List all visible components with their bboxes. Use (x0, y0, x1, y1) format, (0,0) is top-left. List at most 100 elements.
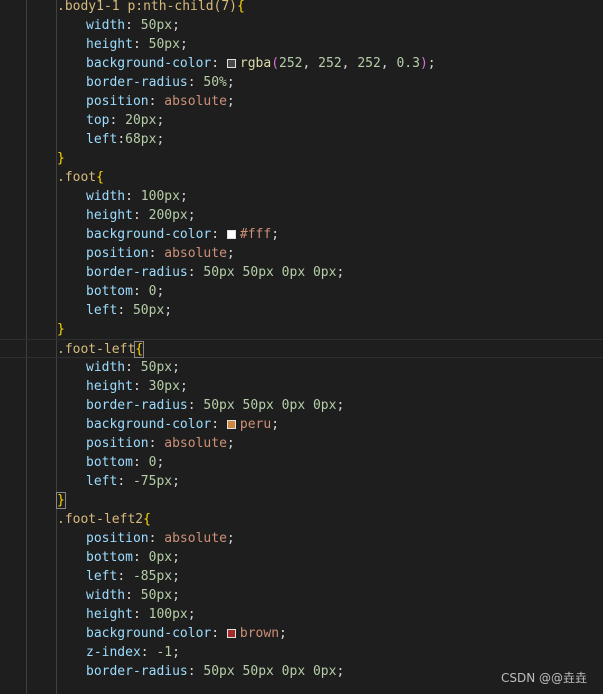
color-swatch[interactable] (226, 230, 236, 239)
code-line[interactable]: bottom: 0; (0, 282, 603, 301)
code-token: 0px (148, 550, 173, 565)
code-token: position (86, 94, 149, 109)
code-line[interactable]: bottom: 0px; (0, 548, 603, 567)
code-text: position: absolute; (86, 529, 235, 548)
code-line[interactable]: border-radius: 50%; (0, 73, 603, 92)
code-token: border-radius (86, 265, 188, 280)
code-token: ; (226, 75, 235, 90)
code-text: height: 30px; (86, 377, 188, 396)
color-swatch[interactable] (226, 59, 236, 68)
code-token: ; (172, 550, 180, 565)
code-token: 50px 50px 0px 0px (203, 265, 337, 280)
code-token: ( (271, 56, 280, 71)
code-line[interactable]: background-color: #fff; (0, 225, 603, 244)
code-line[interactable]: position: absolute; (0, 92, 603, 111)
code-token: left (86, 569, 118, 584)
code-token: : (211, 56, 227, 71)
code-editor[interactable]: .body1-1 p:nth-child(7){width: 50px; heig… (0, 0, 603, 694)
code-line[interactable]: position: absolute; (0, 434, 603, 453)
code-line[interactable]: .foot-left{ (0, 339, 603, 358)
code-token: 0.3 (396, 56, 420, 71)
code-line[interactable]: z-index: -1; (0, 643, 603, 662)
color-swatch[interactable] (226, 420, 236, 429)
code-line[interactable]: top: 20px; (0, 111, 603, 130)
code-text: .foot-left{ (57, 340, 145, 359)
code-token: : (125, 18, 141, 33)
code-token: 50px (140, 588, 173, 603)
code-line[interactable]: background-color: brown; (0, 624, 603, 643)
code-token: 50% (203, 75, 227, 90)
code-line[interactable]: width: 50px; (0, 16, 603, 35)
code-token: position (86, 436, 149, 451)
code-token: ; (226, 531, 235, 546)
code-token: 252 (279, 56, 303, 71)
code-line[interactable]: border-radius: 50px 50px 0px 0px; (0, 263, 603, 282)
code-line[interactable]: background-color: rgba(252, 252, 252, 0.… (0, 54, 603, 73)
code-line[interactable]: position: absolute; (0, 244, 603, 263)
code-line[interactable]: left:68px; (0, 130, 603, 149)
code-token: peru (239, 417, 272, 432)
code-text: left: -85px; (86, 567, 180, 586)
code-line[interactable]: .foot-left2{ (0, 510, 603, 529)
code-token: : (148, 94, 165, 109)
code-token: : (148, 246, 165, 261)
code-token: border-radius (86, 664, 188, 679)
code-line[interactable]: border-radius: 50px 50px 0px 0px; (0, 396, 603, 415)
code-line[interactable]: height: 100px; (0, 605, 603, 624)
code-line[interactable]: width: 50px; (0, 586, 603, 605)
color-swatch[interactable] (226, 629, 236, 638)
code-text: height: 50px; (86, 35, 188, 54)
code-token: : (125, 189, 141, 204)
code-token: ; (156, 132, 165, 147)
code-line[interactable]: .body1-1 p:nth-child(7){ (0, 0, 603, 16)
code-token: absolute (164, 94, 227, 109)
code-token: position (86, 531, 149, 546)
code-line[interactable]: background-color: peru; (0, 415, 603, 434)
code-token: bottom (86, 455, 133, 470)
code-token: 252 (318, 56, 342, 71)
code-line[interactable]: left: -85px; (0, 567, 603, 586)
code-token: background-color (86, 227, 212, 242)
code-line[interactable]: bottom: 0; (0, 453, 603, 472)
code-token: -75px (132, 474, 173, 489)
code-line[interactable]: height: 30px; (0, 377, 603, 396)
code-line[interactable]: .foot{ (0, 168, 603, 187)
code-token: .foot (57, 170, 97, 185)
code-token: } (57, 151, 65, 166)
code-token: 20px (125, 113, 157, 128)
code-token: : (132, 208, 149, 223)
code-text: height: 200px; (86, 206, 196, 225)
code-line[interactable]: left: -75px; (0, 472, 603, 491)
code-token: ; (187, 208, 196, 223)
code-token: 50px (140, 360, 173, 375)
code-line[interactable]: height: 200px; (0, 206, 603, 225)
code-token: ; (156, 284, 165, 299)
code-line[interactable]: left: 50px; (0, 301, 603, 320)
code-token: : (211, 417, 227, 432)
code-token: .body1-1 p:nth-child(7) (57, 0, 238, 14)
code-text: left: 50px; (86, 301, 172, 320)
code-token: ; (172, 360, 180, 375)
code-text: height: 100px; (86, 605, 196, 624)
code-token: : (140, 645, 157, 660)
code-line[interactable]: width: 50px; (0, 358, 603, 377)
code-line[interactable]: } (0, 320, 603, 339)
code-text: } (57, 149, 65, 168)
code-line[interactable]: position: absolute; (0, 529, 603, 548)
code-line[interactable]: height: 50px; (0, 35, 603, 54)
code-token: height (86, 379, 133, 394)
code-line[interactable]: } (0, 491, 603, 510)
code-token: left (86, 303, 118, 318)
code-token: 50px (148, 37, 180, 52)
code-token: background-color (86, 417, 212, 432)
code-token: background-color (86, 626, 212, 641)
code-line[interactable]: width: 100px; (0, 187, 603, 206)
code-token: : (132, 550, 149, 565)
code-token: border-radius (86, 398, 188, 413)
code-text: position: absolute; (86, 434, 235, 453)
code-token: ; (336, 664, 345, 679)
code-token: ; (336, 398, 345, 413)
code-token: ; (226, 94, 235, 109)
code-token: { (237, 0, 245, 14)
code-line[interactable]: } (0, 149, 603, 168)
